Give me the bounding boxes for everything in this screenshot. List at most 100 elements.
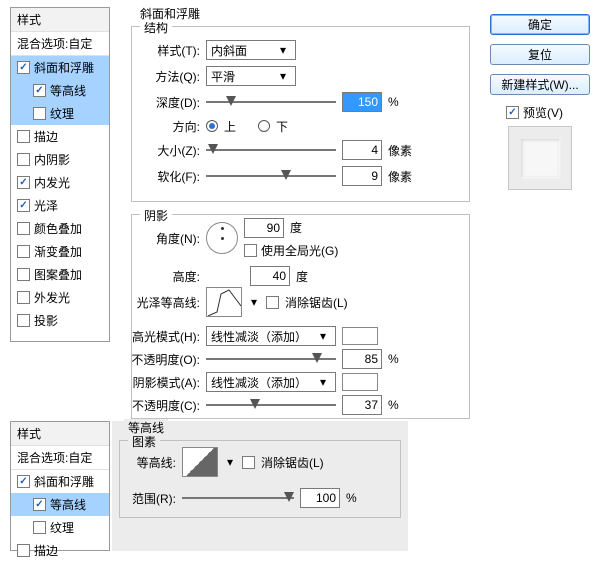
styles-item[interactable]: 投影 [11,309,109,332]
styles-item-label: 纹理 [50,519,74,536]
group-shadow: 阴影 角度(N): 90 度 使用全局光(G) 高度: 40 度 光泽等高线: … [131,214,470,419]
checkbox-antialias[interactable] [266,296,279,309]
input-altitude[interactable]: 40 [250,266,290,286]
styles-item[interactable]: 描边 [11,539,109,562]
checkbox[interactable] [33,498,46,511]
styles-item-label: 描边 [34,542,58,559]
slider-sh-opacity[interactable] [206,398,336,412]
slider-depth[interactable] [206,95,336,109]
styles-item-label: 光泽 [34,197,58,214]
checkbox[interactable] [17,314,30,327]
checkbox[interactable] [17,245,30,258]
unit-percent: % [388,95,418,109]
blend-options-2[interactable]: 混合选项:自定 [11,446,109,470]
section-contour-title: 等高线 [124,419,168,436]
blend-options[interactable]: 混合选项:自定 [11,32,109,56]
label-size: 大小(Z): [140,142,200,159]
unit-degree: 度 [290,219,302,236]
contour-picker[interactable] [182,447,218,477]
checkbox[interactable] [33,84,46,97]
gloss-contour-picker[interactable] [206,287,242,317]
styles-item[interactable]: 纹理 [11,516,109,539]
styles-item-label: 纹理 [50,105,74,122]
select-style[interactable]: 内斜面 ▾ [206,40,296,60]
preview-swatch [508,126,572,190]
hl-color-swatch[interactable] [342,327,378,345]
checkbox[interactable] [17,291,30,304]
select-sh-mode[interactable]: 线性减淡（添加） ▾ [206,372,336,392]
checkbox[interactable] [17,61,30,74]
checkbox[interactable] [33,521,46,534]
styles-item[interactable]: 等高线 [11,493,109,516]
chevron-down-icon[interactable]: ▾ [248,295,260,309]
select-hl-mode-value: 线性减淡（添加） [211,328,307,345]
unit-percent-4: % [346,491,376,505]
styles-item[interactable]: 内发光 [11,171,109,194]
slider-size[interactable] [206,143,336,157]
styles-item[interactable]: 斜面和浮雕 [11,470,109,493]
checkbox[interactable] [17,130,30,143]
slider-range[interactable] [182,491,294,505]
input-depth[interactable]: 150 [342,92,382,112]
label-antialias-2: 消除锯齿(L) [261,454,324,471]
styles-item[interactable]: 外发光 [11,286,109,309]
checkbox-antialias-2[interactable] [242,456,255,469]
slider-hl-opacity[interactable] [206,352,336,366]
styles-item[interactable]: 斜面和浮雕 [11,56,109,79]
checkbox[interactable] [33,107,46,120]
angle-dial[interactable] [206,222,238,254]
chevron-down-icon: ▾ [275,43,291,57]
input-sh-opacity[interactable]: 37 [342,395,382,415]
chevron-down-icon[interactable]: ▾ [224,455,236,469]
unit-pixels: 像素 [388,142,418,159]
sh-color-swatch[interactable] [342,373,378,391]
label-hl-mode: 高光模式(H): [124,328,200,345]
input-soften[interactable]: 9 [342,166,382,186]
label-gloss-contour: 光泽等高线: [124,294,200,311]
styles-item[interactable]: 等高线 [11,79,109,102]
ok-button[interactable]: 确定 [490,14,590,35]
checkbox[interactable] [17,153,30,166]
label-antialias: 消除锯齿(L) [285,294,348,311]
checkbox-preview[interactable] [506,106,519,119]
styles-title: 样式 [11,8,109,32]
styles-item[interactable]: 图案叠加 [11,263,109,286]
label-contour: 等高线: [126,454,176,471]
reset-button[interactable]: 复位 [490,44,590,65]
checkbox[interactable] [17,544,30,557]
checkbox[interactable] [17,176,30,189]
chevron-down-icon: ▾ [275,69,291,83]
styles-list: 斜面和浮雕等高线纹理描边内阴影内发光光泽颜色叠加渐变叠加图案叠加外发光投影 [11,56,109,332]
label-style: 样式(T): [140,42,200,59]
styles-item[interactable]: 纹理 [11,102,109,125]
checkbox[interactable] [17,199,30,212]
styles-item-label: 等高线 [50,82,86,99]
styles-item-label: 内发光 [34,174,70,191]
input-size[interactable]: 4 [342,140,382,160]
radio-up[interactable] [206,120,218,132]
input-angle[interactable]: 90 [244,218,284,238]
checkbox-global-light[interactable] [244,244,257,257]
checkbox[interactable] [17,222,30,235]
select-hl-mode[interactable]: 线性减淡（添加） ▾ [206,326,336,346]
styles-item[interactable]: 颜色叠加 [11,217,109,240]
styles-item[interactable]: 光泽 [11,194,109,217]
styles-item-label: 渐变叠加 [34,243,82,260]
new-style-button[interactable]: 新建样式(W)... [490,74,590,95]
slider-soften[interactable] [206,169,336,183]
checkbox[interactable] [17,475,30,488]
input-range[interactable]: 100 [300,488,340,508]
styles-item-label: 内阴影 [34,151,70,168]
styles-item[interactable]: 描边 [11,125,109,148]
styles-item-label: 斜面和浮雕 [34,59,94,76]
label-sh-mode: 阴影模式(A): [124,374,200,391]
input-hl-opacity[interactable]: 85 [342,349,382,369]
styles-item-label: 图案叠加 [34,266,82,283]
label-angle: 角度(N): [140,230,200,247]
styles-item[interactable]: 内阴影 [11,148,109,171]
checkbox[interactable] [17,268,30,281]
radio-down[interactable] [258,120,270,132]
styles-title-2: 样式 [11,422,109,446]
styles-item[interactable]: 渐变叠加 [11,240,109,263]
select-method[interactable]: 平滑 ▾ [206,66,296,86]
